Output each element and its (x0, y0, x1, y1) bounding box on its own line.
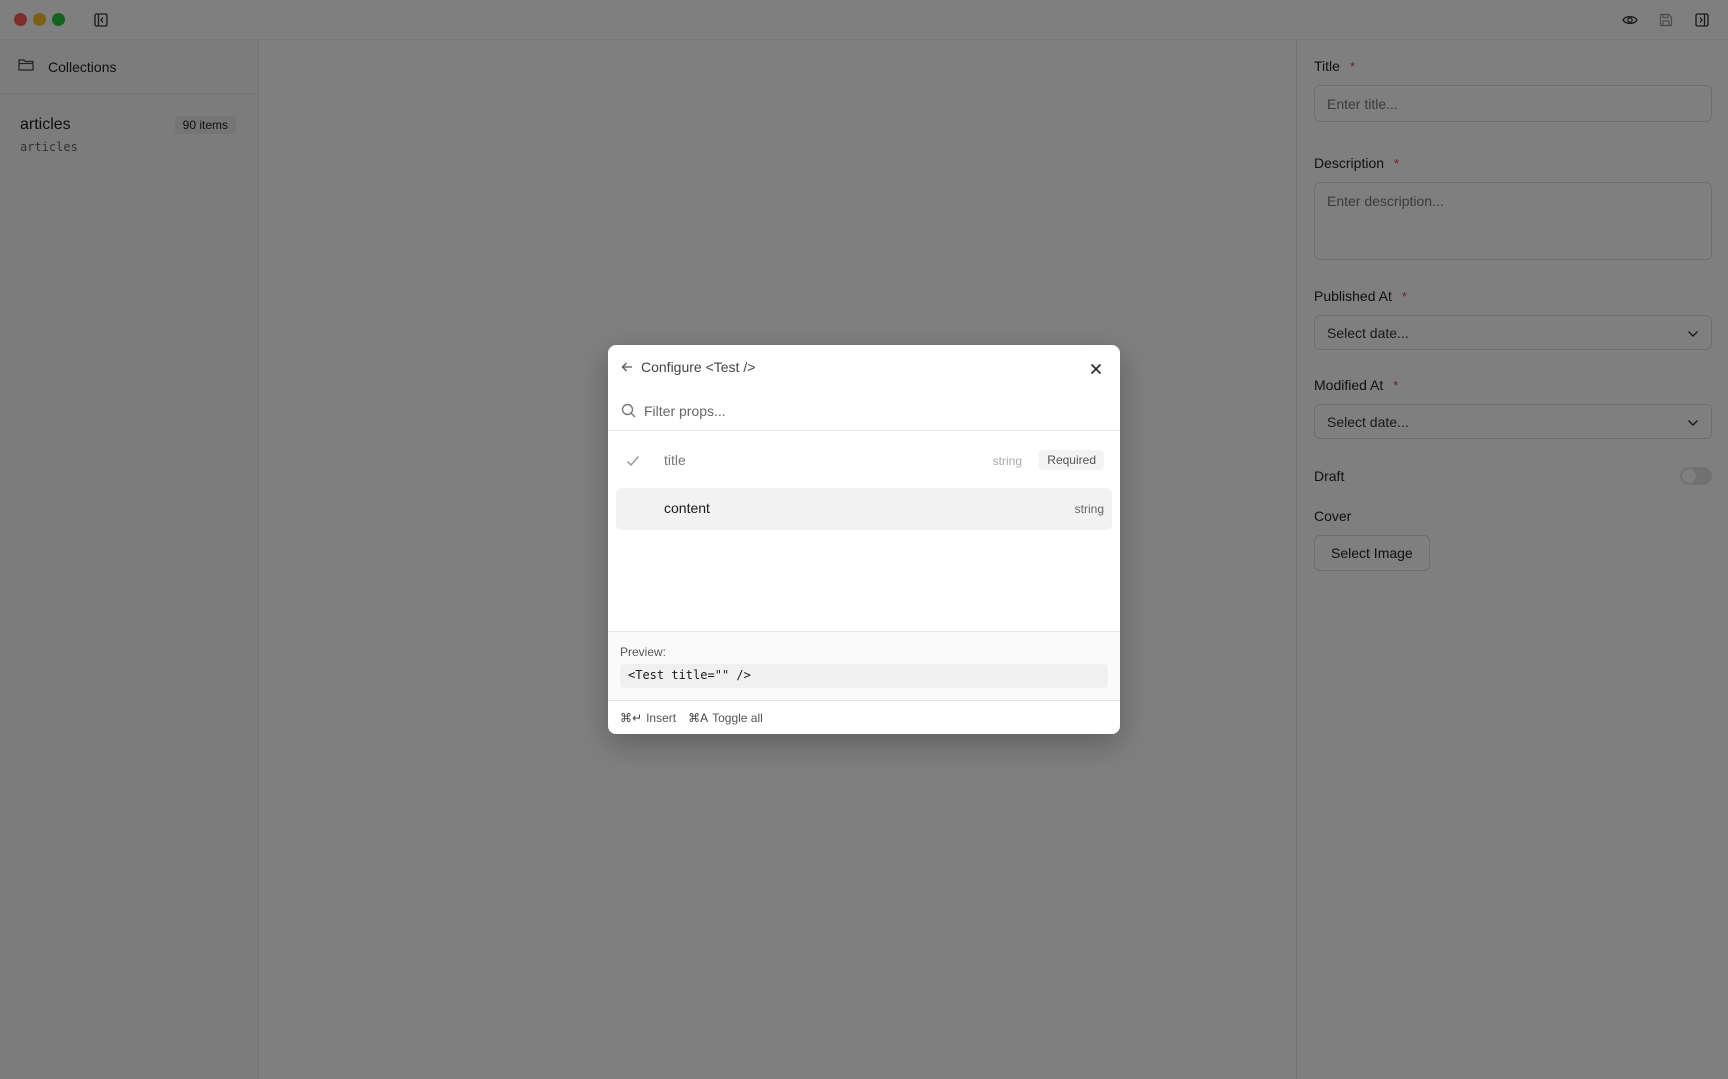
checkmark-icon (626, 454, 640, 468)
close-icon[interactable] (1090, 362, 1104, 376)
filter-bar (608, 391, 1120, 431)
insert-hint-label: Insert (646, 710, 677, 725)
insert-hint: ⌘↵ Insert (620, 711, 676, 725)
toggle-all-hint-label: Toggle all (712, 710, 763, 725)
insert-shortcut: ⌘↵ (620, 710, 643, 725)
preview-section: Preview: <Test title="" /> (608, 631, 1120, 700)
dialog-title: Configure <Test /> (641, 359, 756, 375)
required-badge: Required (1039, 450, 1104, 470)
app-window: Collections articles articles 90 items T… (0, 0, 1728, 1079)
prop-type: string (1074, 502, 1104, 516)
dialog-footer: ⌘↵ Insert ⌘A Toggle all (608, 700, 1120, 734)
back-arrow-icon[interactable] (621, 360, 635, 374)
search-icon (621, 403, 637, 419)
filter-props-input[interactable] (644, 399, 1104, 423)
prop-name: title (664, 452, 686, 468)
prop-name: content (664, 500, 710, 516)
prop-row-content[interactable]: content string (616, 488, 1112, 530)
preview-code: <Test title="" /> (620, 664, 1108, 688)
preview-label: Preview: (620, 645, 667, 659)
prop-type: string (992, 454, 1022, 468)
prop-row-title[interactable]: title string Required (616, 440, 1112, 482)
toggle-all-hint: ⌘A Toggle all (688, 711, 763, 725)
configure-props-dialog: Configure <Test /> title strin (608, 345, 1120, 734)
dialog-header: Configure <Test /> (608, 345, 1120, 391)
toggle-all-shortcut: ⌘A (688, 710, 709, 725)
